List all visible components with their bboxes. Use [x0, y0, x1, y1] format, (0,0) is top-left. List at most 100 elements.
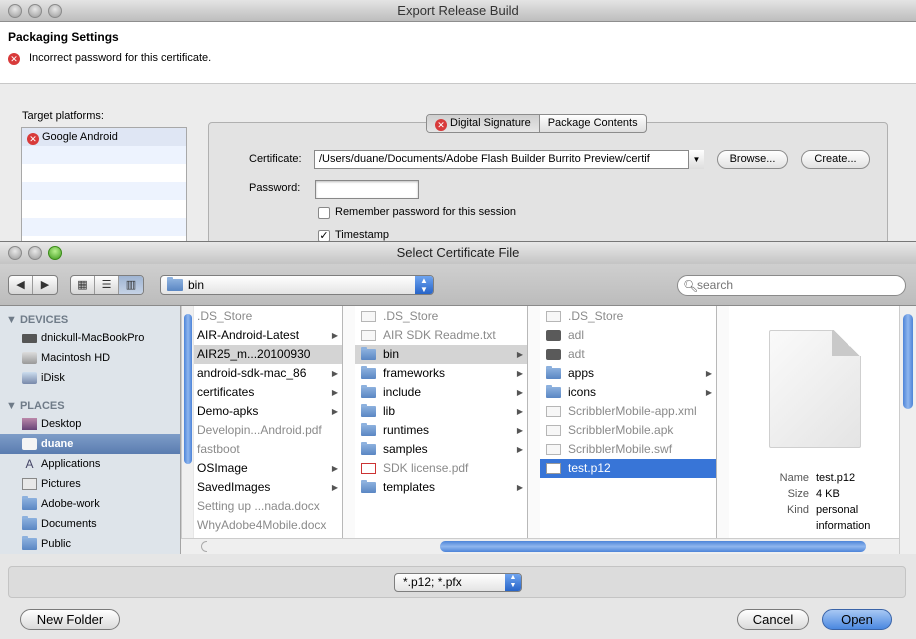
- sidebar-item-idisk[interactable]: iDisk: [0, 368, 180, 388]
- minimize-window-button[interactable]: [28, 4, 42, 18]
- error-message: Incorrect password for this certificate.: [29, 52, 212, 64]
- file-icon: [196, 520, 211, 531]
- list-item[interactable]: include ▶: [355, 383, 527, 402]
- new-folder-button[interactable]: New Folder: [20, 609, 120, 630]
- minimize-dialog-button[interactable]: [28, 246, 42, 260]
- list-item[interactable]: ScribblerMobile-app.xml: [540, 402, 716, 421]
- preview-scrollbar[interactable]: [899, 306, 916, 554]
- list-item[interactable]: WhyAdobe4Mobile.docx: [194, 516, 342, 535]
- sidebar-item-applications[interactable]: A Applications: [0, 454, 180, 474]
- sidebar-item-documents[interactable]: Documents: [0, 514, 180, 534]
- list-item[interactable]: ScribblerMobile.apk: [540, 421, 716, 440]
- tab-digital-signature[interactable]: ✕ Digital Signature: [427, 115, 540, 132]
- list-item[interactable]: samples ▶: [355, 440, 527, 459]
- list-item[interactable]: test.p12: [540, 459, 716, 478]
- path-popup[interactable]: bin ▲ ▼: [160, 275, 434, 295]
- list-item[interactable]: AIR SDK Readme.txt: [355, 326, 527, 345]
- list-item[interactable]: apps ▶: [540, 364, 716, 383]
- folder-icon: [22, 516, 37, 530]
- item-label: samples: [383, 442, 428, 456]
- list-item[interactable]: frameworks ▶: [355, 364, 527, 383]
- list-item[interactable]: Demo-apks ▶: [194, 402, 342, 421]
- laptop-icon: [22, 334, 37, 343]
- list-item[interactable]: android-sdk-mac_86 ▶: [194, 364, 342, 383]
- certificate-combo[interactable]: /Users/duane/Documents/Adobe Flash Build…: [314, 150, 704, 169]
- list-item[interactable]: icons ▶: [540, 383, 716, 402]
- list-item[interactable]: Developin...Android.pdf: [194, 421, 342, 440]
- column1-scrollbar[interactable]: [181, 306, 193, 538]
- back-icon[interactable]: ◀: [9, 276, 33, 294]
- sidebar-item-duane[interactable]: duane: [0, 434, 180, 454]
- chevron-right-icon: ▶: [331, 388, 338, 397]
- item-label: Setting up ...nada.docx: [197, 499, 320, 513]
- chevron-right-icon: ▶: [516, 407, 523, 416]
- tab-bar: ✕ Digital Signature Package Contents: [426, 114, 647, 133]
- list-item[interactable]: SavedImages ▶: [194, 478, 342, 497]
- list-item[interactable]: adt: [540, 345, 716, 364]
- column-view-icon[interactable]: ▥: [119, 276, 143, 294]
- list-item[interactable]: Setting up ...nada.docx: [194, 497, 342, 516]
- sidebar-item-adobe-work[interactable]: Adobe-work: [0, 494, 180, 514]
- list-item[interactable]: .DS_Store: [355, 307, 527, 326]
- remember-password-checkbox[interactable]: [318, 207, 330, 219]
- chevron-down-icon[interactable]: ▼: [688, 150, 704, 169]
- search-input[interactable]: [697, 278, 897, 292]
- list-item[interactable]: fastboot: [194, 440, 342, 459]
- sidebar-item-macintosh-hd[interactable]: Macintosh HD: [0, 348, 180, 368]
- folder-icon: [196, 330, 211, 341]
- icon-view-icon[interactable]: ▦: [71, 276, 95, 294]
- horizontal-scrollbar[interactable]: [181, 538, 899, 554]
- list-item[interactable]: AIR25_m...20100930: [194, 345, 342, 364]
- list-item[interactable]: bin ▶: [355, 345, 527, 364]
- folder-icon: [22, 536, 37, 550]
- sidebar-item-public[interactable]: Public: [0, 534, 180, 554]
- file-icon: [196, 349, 211, 360]
- navigation-buttons: ◀ ▶: [8, 275, 58, 295]
- target-platforms-list[interactable]: ✕ Google Android: [21, 127, 187, 245]
- list-item[interactable]: templates ▶: [355, 478, 527, 497]
- list-item[interactable]: certificates ▶: [194, 383, 342, 402]
- section-title: Packaging Settings: [8, 30, 119, 44]
- list-item[interactable]: ScribblerMobile.swf: [540, 440, 716, 459]
- tab-package-contents[interactable]: Package Contents: [540, 115, 646, 132]
- sidebar-item-macbookpro[interactable]: dnickull-MacBookPro: [0, 328, 180, 348]
- name-key: Name: [779, 472, 809, 484]
- list-item[interactable]: runtimes ▶: [355, 421, 527, 440]
- chevron-right-icon: ▶: [516, 388, 523, 397]
- sidebar-item-pictures[interactable]: Pictures: [0, 474, 180, 494]
- item-label: adl: [568, 328, 585, 342]
- chevron-right-icon: ▶: [705, 369, 712, 378]
- create-button[interactable]: Create...: [801, 150, 870, 169]
- close-window-button[interactable]: [8, 4, 22, 18]
- list-item[interactable]: .DS_Store: [540, 307, 716, 326]
- password-field[interactable]: [315, 180, 419, 199]
- zoom-window-button[interactable]: [48, 4, 62, 18]
- places-header[interactable]: ▼ PLACES: [6, 400, 65, 412]
- search-box[interactable]: 🔍︎: [677, 275, 906, 296]
- file-type-popup[interactable]: *.p12; *.pfx ▲ ▼: [394, 573, 522, 592]
- zoom-dialog-button[interactable]: [48, 246, 62, 260]
- sidebar-item-desktop[interactable]: Desktop: [0, 414, 180, 434]
- list-view-icon[interactable]: ☰: [95, 276, 119, 294]
- list-item[interactable]: AIR-Android-Latest ▶: [194, 326, 342, 345]
- devices-header[interactable]: ▼ DEVICES: [6, 314, 68, 326]
- list-item[interactable]: adl: [540, 326, 716, 345]
- list-item[interactable]: SDK license.pdf: [355, 459, 527, 478]
- platform-item[interactable]: ✕ Google Android: [22, 128, 186, 146]
- cancel-button[interactable]: Cancel: [737, 609, 809, 630]
- item-label: lib: [383, 404, 396, 418]
- scroll-thumb[interactable]: [903, 314, 913, 409]
- path-label: bin: [188, 278, 205, 292]
- list-item[interactable]: OSImage ▶: [194, 459, 342, 478]
- list-item[interactable]: .DS_Store: [194, 307, 342, 326]
- idisk-icon: [22, 372, 37, 384]
- timestamp-label: Timestamp: [335, 229, 389, 241]
- open-button[interactable]: Open: [822, 609, 892, 630]
- close-dialog-button[interactable]: [8, 246, 22, 260]
- scroll-thumb[interactable]: [184, 314, 192, 464]
- forward-icon[interactable]: ▶: [33, 276, 57, 294]
- error-icon: ✕: [27, 133, 39, 145]
- scroll-thumb[interactable]: [440, 541, 866, 552]
- browse-button[interactable]: Browse...: [717, 150, 788, 169]
- list-item[interactable]: lib ▶: [355, 402, 527, 421]
